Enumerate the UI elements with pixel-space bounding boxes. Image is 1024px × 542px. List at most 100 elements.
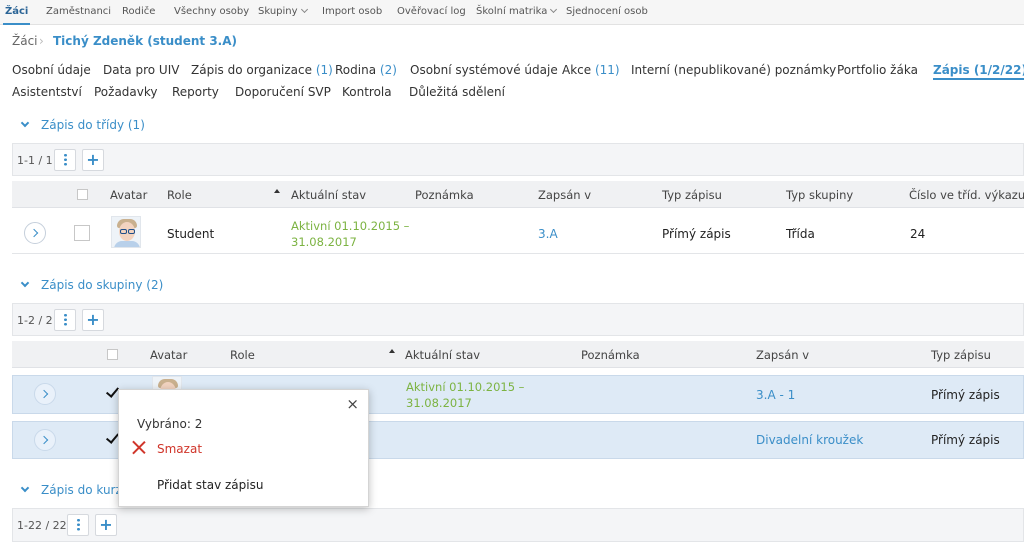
nav-item-zaci[interactable]: Žáci bbox=[2, 4, 31, 25]
select-all-checkbox[interactable] bbox=[107, 349, 118, 360]
nav-item-overovaci-log[interactable]: Ověřovací log bbox=[397, 4, 466, 20]
type-cell: Přímý zápis bbox=[662, 227, 731, 241]
tab-pozadavky[interactable]: Požadavky bbox=[94, 85, 158, 99]
pagination-info: 1-22 / 22 bbox=[17, 519, 67, 532]
bulk-actions-popup: × Vybráno: 2 Smazat Přidat stav zápisu bbox=[118, 389, 369, 507]
delete-x-icon bbox=[132, 440, 146, 454]
add-button[interactable]: + bbox=[82, 149, 104, 171]
column-header-avatar: Avatar bbox=[110, 188, 148, 202]
sort-asc-icon[interactable] bbox=[389, 349, 395, 353]
type-cell: Přímý zápis bbox=[931, 388, 1000, 402]
section-title: Zápis do kurz bbox=[41, 483, 122, 497]
column-header-type[interactable]: Typ zápisu bbox=[662, 188, 722, 202]
sort-asc-icon[interactable] bbox=[274, 189, 280, 193]
select-all-checkbox[interactable] bbox=[77, 189, 88, 200]
section-header-group[interactable]: Zápis do skupiny (2) bbox=[20, 278, 163, 292]
column-header-status[interactable]: Aktuální stav bbox=[291, 188, 366, 202]
role-cell: Student bbox=[167, 227, 215, 241]
column-header-enrolled-in[interactable]: Zapsán v bbox=[756, 348, 809, 362]
column-header-note[interactable]: Poznámka bbox=[581, 348, 640, 362]
nav-item-vsechny-osoby[interactable]: Všechny osoby bbox=[174, 4, 249, 20]
group-type-cell: Třída bbox=[786, 227, 815, 241]
nav-item-skupiny[interactable]: Skupiny bbox=[258, 4, 308, 20]
nav-item-skolni-matrika-label: Školní matrika bbox=[476, 6, 548, 17]
tab-asistentstvi[interactable]: Asistentství bbox=[12, 85, 82, 99]
nav-item-skupiny-label: Skupiny bbox=[258, 6, 298, 17]
grid-header-group: Avatar Role Aktuální stav Poznámka Zapsá… bbox=[12, 341, 1024, 368]
row-checkbox[interactable] bbox=[106, 432, 117, 443]
tab-label: Rodina bbox=[335, 63, 377, 77]
column-header-status[interactable]: Aktuální stav bbox=[405, 348, 480, 362]
close-icon[interactable]: × bbox=[346, 397, 359, 412]
tab-zapis[interactable]: Zápis (1/2/22) bbox=[933, 63, 1024, 80]
nav-item-zamestnanci[interactable]: Zaměstnanci bbox=[46, 4, 111, 20]
chevron-down-icon bbox=[300, 5, 308, 14]
enrolled-in-link[interactable]: 3.A bbox=[538, 227, 558, 241]
section-header-class[interactable]: Zápis do třídy (1) bbox=[20, 118, 145, 132]
expand-row-icon[interactable] bbox=[24, 222, 46, 244]
nav-item-rodice[interactable]: Rodiče bbox=[122, 4, 155, 20]
column-header-role[interactable]: Role bbox=[167, 188, 192, 202]
enrolled-in-link[interactable]: 3.A - 1 bbox=[756, 388, 795, 402]
tab-kontrola[interactable]: Kontrola bbox=[342, 85, 392, 99]
tab-akce[interactable]: Akce (11) bbox=[562, 63, 620, 77]
row-checkbox[interactable] bbox=[74, 225, 90, 241]
grid-header-class: Avatar Role Aktuální stav Poznámka Zapsá… bbox=[12, 181, 1024, 208]
tab-osobni-systemove-udaje[interactable]: Osobní systémové údaje bbox=[410, 63, 558, 77]
add-button[interactable]: + bbox=[82, 309, 104, 331]
tab-dulezita-sdeleni[interactable]: Důležitá sdělení bbox=[409, 85, 505, 99]
row-checkbox[interactable] bbox=[106, 386, 117, 397]
column-header-group-type[interactable]: Typ skupiny bbox=[786, 188, 853, 202]
tab-reporty[interactable]: Reporty bbox=[172, 85, 219, 99]
pagination-info: 1-1 / 1 bbox=[17, 154, 53, 167]
column-header-note[interactable]: Poznámka bbox=[415, 188, 474, 202]
toolbar-group: 1-2 / 2 + bbox=[12, 303, 1024, 336]
nav-item-import-osob[interactable]: Import osob bbox=[322, 4, 382, 20]
chevron-down-icon bbox=[20, 483, 30, 493]
tab-rodina[interactable]: Rodina (2) bbox=[335, 63, 397, 77]
chevron-down-icon bbox=[20, 118, 30, 128]
top-navigation: Žáci Zaměstnanci Rodiče Všechny osoby Sk… bbox=[0, 0, 1024, 25]
pagination-info: 1-2 / 2 bbox=[17, 314, 53, 327]
enrolled-in-link[interactable]: Divadelní kroužek bbox=[756, 433, 863, 447]
tab-zapis-do-organizace[interactable]: Zápis do organizace (1) bbox=[191, 63, 333, 77]
expand-row-icon[interactable] bbox=[34, 383, 56, 405]
type-cell: Přímý zápis bbox=[931, 433, 1000, 447]
column-header-enrolled-in[interactable]: Zapsán v bbox=[538, 188, 591, 202]
avatar bbox=[152, 376, 182, 390]
status-cell: Aktivní 01.10.2015 – 31.08.2017 bbox=[406, 379, 524, 411]
add-button[interactable]: + bbox=[95, 514, 117, 536]
section-title: Zápis do třídy (1) bbox=[41, 118, 145, 132]
breadcrumb-separator-icon: › bbox=[39, 34, 44, 48]
status-line-1: Aktivní 01.10.2015 – bbox=[406, 380, 525, 394]
expand-row-icon[interactable] bbox=[34, 429, 56, 451]
tab-doporuceni-svp[interactable]: Doporučení SVP bbox=[235, 85, 331, 99]
column-header-role[interactable]: Role bbox=[230, 348, 255, 362]
add-enrollment-status-button[interactable]: Přidat stav zápisu bbox=[157, 478, 263, 492]
status-line-2: 31.08.2017 bbox=[406, 396, 472, 410]
section-header-course[interactable]: Zápis do kurz bbox=[20, 483, 122, 497]
more-actions-button[interactable] bbox=[67, 514, 89, 536]
nav-item-sjednoceni-osob[interactable]: Sjednocení osob bbox=[566, 4, 648, 20]
delete-label: Smazat bbox=[157, 442, 203, 456]
class-number-cell: 24 bbox=[910, 227, 926, 241]
chevron-down-icon bbox=[550, 5, 558, 14]
column-header-class-number[interactable]: Číslo ve tříd. výkazu bbox=[909, 188, 1024, 202]
toolbar-class: 1-1 / 1 + bbox=[12, 143, 1024, 176]
breadcrumb-root[interactable]: Žáci bbox=[12, 34, 38, 48]
tab-portfolio-zaka[interactable]: Portfolio žáka bbox=[837, 63, 918, 77]
more-actions-button[interactable] bbox=[54, 149, 76, 171]
table-row[interactable]: Student Aktivní 01.10.2015 – 31.08.2017 3… bbox=[12, 214, 1024, 254]
page-title: Tichý Zdeněk (student 3.A) bbox=[53, 34, 237, 48]
tab-count: (11) bbox=[594, 63, 620, 77]
nav-item-skolni-matrika[interactable]: Školní matrika bbox=[476, 4, 558, 20]
tab-data-pro-uiv[interactable]: Data pro UIV bbox=[103, 63, 179, 77]
more-vertical-icon bbox=[76, 518, 80, 531]
column-header-type[interactable]: Typ zápisu bbox=[931, 348, 991, 362]
status-cell: Aktivní 01.10.2015 – 31.08.2017 bbox=[291, 218, 409, 250]
more-actions-button[interactable] bbox=[54, 309, 76, 331]
tab-osobni-udaje[interactable]: Osobní údaje bbox=[12, 63, 91, 77]
more-vertical-icon bbox=[63, 153, 67, 166]
selected-count: Vybráno: 2 bbox=[137, 417, 203, 431]
tab-interni-poznamky[interactable]: Interní (nepublikované) poznámky bbox=[631, 63, 836, 77]
